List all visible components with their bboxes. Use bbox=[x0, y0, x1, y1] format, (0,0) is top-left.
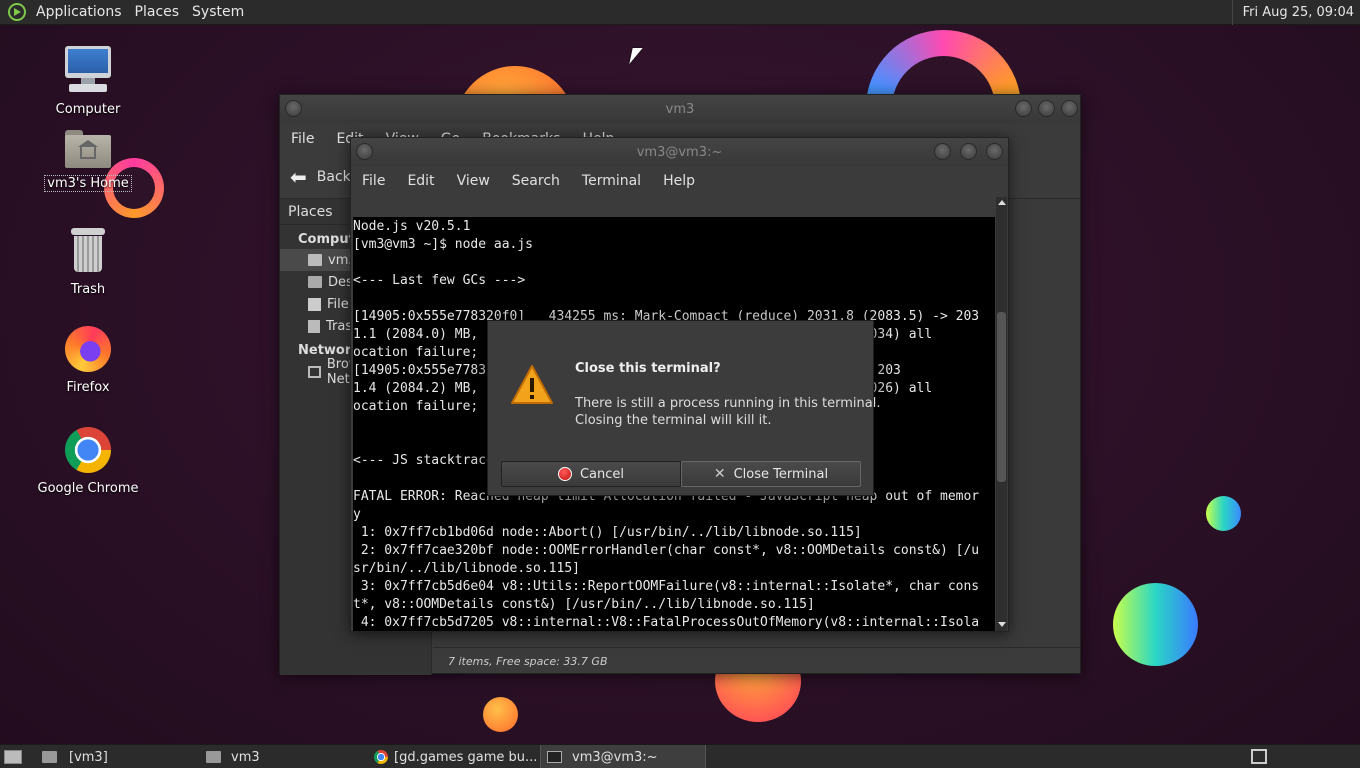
window-menu-button[interactable] bbox=[285, 100, 302, 117]
menu-file[interactable]: File bbox=[351, 173, 396, 189]
close-terminal-dialog[interactable]: Close this terminal? There is still a pr… bbox=[487, 320, 880, 496]
terminal-line: Node.js v20.5.1 bbox=[353, 219, 471, 234]
terminal-line: 4: 0x7ff7cb5d7205 v8::internal::V8::Fata… bbox=[353, 615, 980, 630]
dialog-body-line2: Closing the terminal will kill it. bbox=[575, 413, 772, 428]
taskbar-item-label: vm3@vm3:~ bbox=[572, 749, 658, 765]
folder-icon bbox=[42, 751, 57, 763]
taskbar-item-label: [vm3] bbox=[69, 749, 108, 765]
chrome-icon bbox=[374, 750, 388, 764]
panel-clock[interactable]: Fri Aug 25, 09:04 bbox=[1231, 0, 1360, 25]
desktop-icon-label: Computer bbox=[55, 102, 121, 117]
terminal-menubar: File Edit View Search Terminal Help bbox=[351, 166, 1008, 196]
terminal-line: <--- Last few GCs ---> bbox=[353, 273, 526, 288]
window-title: vm3 bbox=[665, 101, 695, 117]
trash-icon bbox=[68, 228, 108, 274]
cancel-icon bbox=[557, 467, 572, 481]
menu-edit[interactable]: Edit bbox=[396, 173, 445, 189]
terminal-line: [vm3@vm3 ~]$ node aa.js bbox=[353, 237, 534, 252]
close-button[interactable] bbox=[1061, 100, 1078, 117]
back-label: Back bbox=[316, 168, 351, 185]
desktop-icon-label: Google Chrome bbox=[37, 481, 139, 496]
close-icon: ✕ bbox=[713, 466, 726, 482]
show-desktop-icon[interactable] bbox=[4, 750, 22, 764]
maximize-button[interactable] bbox=[1038, 100, 1055, 117]
close-terminal-button[interactable]: ✕ Close Terminal bbox=[681, 461, 861, 487]
status-text: 7 items, Free space: 33.7 GB bbox=[448, 654, 608, 668]
desktop-icon-chrome[interactable]: Google Chrome bbox=[33, 427, 143, 496]
top-panel: Applications Places System Fri Aug 25, 0… bbox=[0, 0, 1360, 25]
dialog-heading: Close this terminal? bbox=[575, 361, 721, 376]
home-folder-icon bbox=[308, 254, 322, 266]
scroll-down-arrow-icon[interactable] bbox=[998, 622, 1006, 627]
scrollbar-thumb[interactable] bbox=[997, 312, 1006, 482]
desktop-icon-label: vm3's Home bbox=[44, 175, 132, 192]
network-icon bbox=[308, 366, 321, 378]
warning-icon bbox=[510, 363, 554, 407]
taskbar-item-chrome[interactable]: [gd.games game bu... bbox=[368, 745, 538, 768]
desktop-icon-trash[interactable]: Trash bbox=[33, 228, 143, 297]
home-folder-icon bbox=[65, 130, 111, 168]
desktop-icon-label: Firefox bbox=[66, 380, 110, 395]
firefox-icon bbox=[65, 326, 111, 372]
menu-help[interactable]: Help bbox=[652, 173, 706, 189]
back-button[interactable]: ⬅ Back bbox=[290, 165, 351, 189]
file-manager-titlebar[interactable]: vm3 bbox=[280, 95, 1080, 123]
terminal-line: y bbox=[353, 507, 361, 522]
cancel-label: Cancel bbox=[579, 466, 625, 482]
terminal-icon bbox=[547, 751, 562, 763]
menu-file[interactable]: File bbox=[280, 131, 325, 147]
menu-view[interactable]: View bbox=[446, 173, 501, 189]
back-arrow-icon: ⬅ bbox=[290, 164, 307, 189]
terminal-titlebar[interactable]: vm3@vm3:~ bbox=[351, 138, 1008, 166]
scroll-up-arrow-icon[interactable] bbox=[998, 200, 1006, 205]
folder-icon bbox=[206, 751, 221, 763]
desktop-icon-computer[interactable]: Computer bbox=[33, 46, 143, 117]
taskbar-item-terminal[interactable]: vm3@vm3:~ bbox=[540, 745, 706, 768]
desktop-icon-label: Trash bbox=[70, 282, 106, 297]
taskbar-item-file-manager[interactable]: vm3 bbox=[200, 745, 365, 768]
drive-icon bbox=[308, 297, 321, 311]
minimize-button[interactable] bbox=[1015, 100, 1032, 117]
taskbar-item-home[interactable]: [vm3] bbox=[36, 745, 196, 768]
applications-menu[interactable]: Applications bbox=[36, 4, 131, 20]
workspace-switcher[interactable] bbox=[1251, 749, 1267, 764]
minimize-button[interactable] bbox=[934, 143, 951, 160]
terminal-line: 3: 0x7ff7cb5d6e04 v8::Utils::ReportOOMFa… bbox=[353, 579, 980, 594]
desktop-icon-home[interactable]: vm3's Home bbox=[33, 130, 143, 192]
distro-logo-icon[interactable] bbox=[8, 3, 26, 21]
terminal-line: t*, v8::OOMDetails const&) [/usr/bin/../… bbox=[353, 597, 815, 612]
terminal-line: sr/bin/../lib/libnode.so.115] bbox=[353, 561, 580, 576]
terminal-line: 1: 0x7ff7cb1bd06d node::Abort() [/usr/bi… bbox=[353, 525, 862, 540]
taskbar-item-label: vm3 bbox=[231, 749, 260, 765]
computer-icon bbox=[63, 46, 113, 94]
terminal-line: 2: 0x7ff7cae320bf node::OOMErrorHandler(… bbox=[353, 543, 980, 558]
desktop-folder-icon bbox=[308, 276, 322, 288]
taskbar-item-label: [gd.games game bu... bbox=[394, 749, 538, 765]
status-bar: 7 items, Free space: 33.7 GB bbox=[433, 647, 1080, 674]
window-menu-button[interactable] bbox=[356, 143, 373, 160]
chrome-icon bbox=[65, 427, 111, 473]
system-menu[interactable]: System bbox=[188, 4, 253, 20]
menu-search[interactable]: Search bbox=[501, 173, 571, 189]
terminal-scrollbar[interactable] bbox=[996, 197, 1007, 631]
maximize-button[interactable] bbox=[960, 143, 977, 160]
trash-icon bbox=[308, 319, 320, 333]
places-menu[interactable]: Places bbox=[131, 4, 189, 20]
desktop-icon-firefox[interactable]: Firefox bbox=[33, 326, 143, 395]
menu-terminal[interactable]: Terminal bbox=[571, 173, 652, 189]
dialog-body-line1: There is still a process running in this… bbox=[575, 396, 881, 411]
close-terminal-label: Close Terminal bbox=[733, 466, 829, 482]
close-button[interactable] bbox=[986, 143, 1003, 160]
window-title: vm3@vm3:~ bbox=[636, 144, 723, 160]
cancel-button[interactable]: Cancel bbox=[501, 461, 681, 487]
bottom-taskbar: [vm3] vm3 [gd.games game bu... vm3@vm3:~ bbox=[0, 744, 1360, 768]
